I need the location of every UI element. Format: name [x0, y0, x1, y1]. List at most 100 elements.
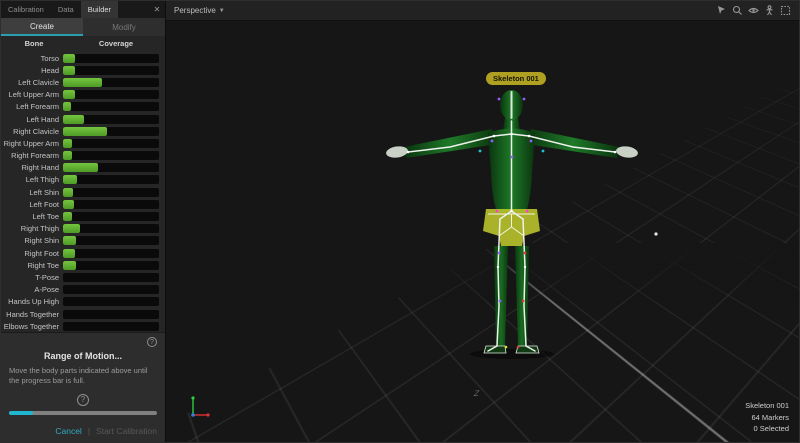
viewport-canvas[interactable]: Skeleton 001 Z Skeleton 001 64 Markers 0…	[166, 21, 799, 442]
help-icon[interactable]: ?	[147, 337, 157, 347]
coverage-bar-track	[63, 297, 159, 306]
bone-label: Right Hand	[1, 163, 63, 172]
coverage-bar-track	[63, 322, 159, 331]
bone-label: Left Thigh	[1, 175, 63, 184]
instruction-body: Move the body parts indicated above unti…	[9, 366, 157, 386]
coverage-bar-track	[63, 90, 159, 99]
status-skeleton-name: Skeleton 001	[745, 400, 789, 411]
coverage-bar-fill	[63, 139, 72, 148]
coverage-bar-track	[63, 66, 159, 75]
coverage-bar-fill	[63, 54, 75, 63]
close-icon[interactable]: ✕	[149, 1, 165, 18]
coverage-bar-fill	[63, 151, 72, 160]
coverage-bar-track	[63, 54, 159, 63]
bone-row[interactable]: Right Thigh	[1, 223, 165, 235]
builder-pane: Calibration Data Builder ✕ Create Modify…	[1, 1, 166, 442]
coverage-bar-fill	[63, 90, 75, 99]
coverage-bar-track	[63, 151, 159, 160]
bone-row[interactable]: A-Pose	[1, 284, 165, 296]
marquee-icon[interactable]	[780, 5, 791, 16]
instructions-section: ? Range of Motion... Move the body parts…	[1, 332, 165, 405]
bone-row[interactable]: Left Foot	[1, 198, 165, 210]
calibration-progress-row	[1, 406, 165, 420]
bone-row[interactable]: Left Shin	[1, 186, 165, 198]
bone-row[interactable]: Right Upper Arm	[1, 137, 165, 149]
magnifier-icon[interactable]	[732, 5, 743, 16]
coverage-bar-fill	[63, 78, 102, 87]
bone-row[interactable]: Left Toe	[1, 210, 165, 222]
bone-row[interactable]: Torso	[1, 52, 165, 64]
bone-row[interactable]: Elbows Together	[1, 320, 165, 332]
column-coverage: Coverage	[67, 39, 165, 48]
coverage-bar-track	[63, 200, 159, 209]
start-calibration-button[interactable]: Start Calibration	[96, 426, 157, 436]
cursor-icon[interactable]	[716, 5, 727, 16]
coverage-bar-fill	[63, 127, 107, 136]
coverage-bar-fill	[63, 249, 75, 258]
bone-row[interactable]: T-Pose	[1, 271, 165, 283]
bone-label: Left Clavicle	[1, 78, 63, 87]
bone-label: T-Pose	[1, 273, 63, 282]
bone-row[interactable]: Right Foot	[1, 247, 165, 259]
status-marker-count: 64 Markers	[745, 412, 789, 423]
figure-shadow	[470, 349, 554, 359]
bone-coverage-list: TorsoHead Left Clavicle Left Upper Arm Left…	[1, 51, 165, 332]
column-headers: Bone Coverage	[1, 36, 165, 51]
action-bar: Cancel | Start Calibration	[1, 420, 165, 443]
tab-create[interactable]: Create	[1, 18, 83, 36]
bone-label: Left Toe	[1, 212, 63, 221]
bone-label: Right Toe	[1, 261, 63, 270]
coverage-bar-fill	[63, 163, 98, 172]
bone-row[interactable]: Right Shin	[1, 235, 165, 247]
bone-row[interactable]: Left Upper Arm	[1, 89, 165, 101]
button-separator: |	[88, 426, 90, 436]
eye-icon[interactable]	[748, 5, 759, 16]
tab-builder[interactable]: Builder	[81, 1, 118, 18]
bone-label: Left Shin	[1, 188, 63, 197]
help-icon-secondary[interactable]: ?	[77, 394, 89, 406]
viewport-tool-icons	[716, 5, 791, 16]
bone-row[interactable]: Left Thigh	[1, 174, 165, 186]
bone-label: Right Upper Arm	[1, 139, 63, 148]
bone-row[interactable]: Head	[1, 64, 165, 76]
tab-data[interactable]: Data	[51, 1, 81, 18]
bone-row[interactable]: Left Clavicle	[1, 76, 165, 88]
bone-row[interactable]: Right Toe	[1, 259, 165, 271]
coverage-bar-fill	[63, 261, 76, 270]
bone-label: Right Foot	[1, 249, 63, 258]
bone-label: Right Clavicle	[1, 127, 63, 136]
bone-row[interactable]: Left Hand	[1, 113, 165, 125]
pane-tab-bar: Calibration Data Builder ✕	[1, 1, 165, 18]
coverage-bar-track	[63, 285, 159, 294]
skeleton-name-label: Skeleton 001	[486, 72, 546, 85]
coverage-bar-track	[63, 102, 159, 111]
bone-row[interactable]: Left Forearm	[1, 101, 165, 113]
status-selected-count: 0 Selected	[745, 423, 789, 434]
bone-label: Left Upper Arm	[1, 90, 63, 99]
viewport-3d: Perspective ▼	[166, 1, 799, 442]
view-selector[interactable]: Perspective ▼	[174, 6, 225, 15]
coverage-bar-track	[63, 188, 159, 197]
cancel-button[interactable]: Cancel	[55, 426, 81, 436]
chevron-down-icon: ▼	[219, 8, 225, 14]
bone-row[interactable]: Hands Up High	[1, 296, 165, 308]
instruction-title: Range of Motion...	[9, 351, 157, 361]
view-selector-label: Perspective	[174, 6, 216, 15]
column-bone: Bone	[1, 39, 67, 48]
tab-calibration[interactable]: Calibration	[1, 1, 51, 18]
bone-row[interactable]: Hands Together	[1, 308, 165, 320]
calibration-progress-fill	[9, 411, 33, 415]
bone-row[interactable]: Right Forearm	[1, 150, 165, 162]
skeleton-icon[interactable]	[764, 5, 775, 16]
coverage-bar-track	[63, 273, 159, 282]
tab-modify[interactable]: Modify	[83, 18, 165, 36]
bone-row[interactable]: Right Clavicle	[1, 125, 165, 137]
bone-row[interactable]: Right Hand	[1, 162, 165, 174]
bone-label: Left Hand	[1, 115, 63, 124]
coverage-bar-track	[63, 310, 159, 319]
viewport-toolbar: Perspective ▼	[166, 1, 799, 21]
selection-status: Skeleton 001 64 Markers 0 Selected	[745, 400, 789, 434]
coverage-bar-fill	[63, 66, 75, 75]
bone-label: Right Thigh	[1, 224, 63, 233]
bone-label: Hands Together	[1, 310, 63, 319]
